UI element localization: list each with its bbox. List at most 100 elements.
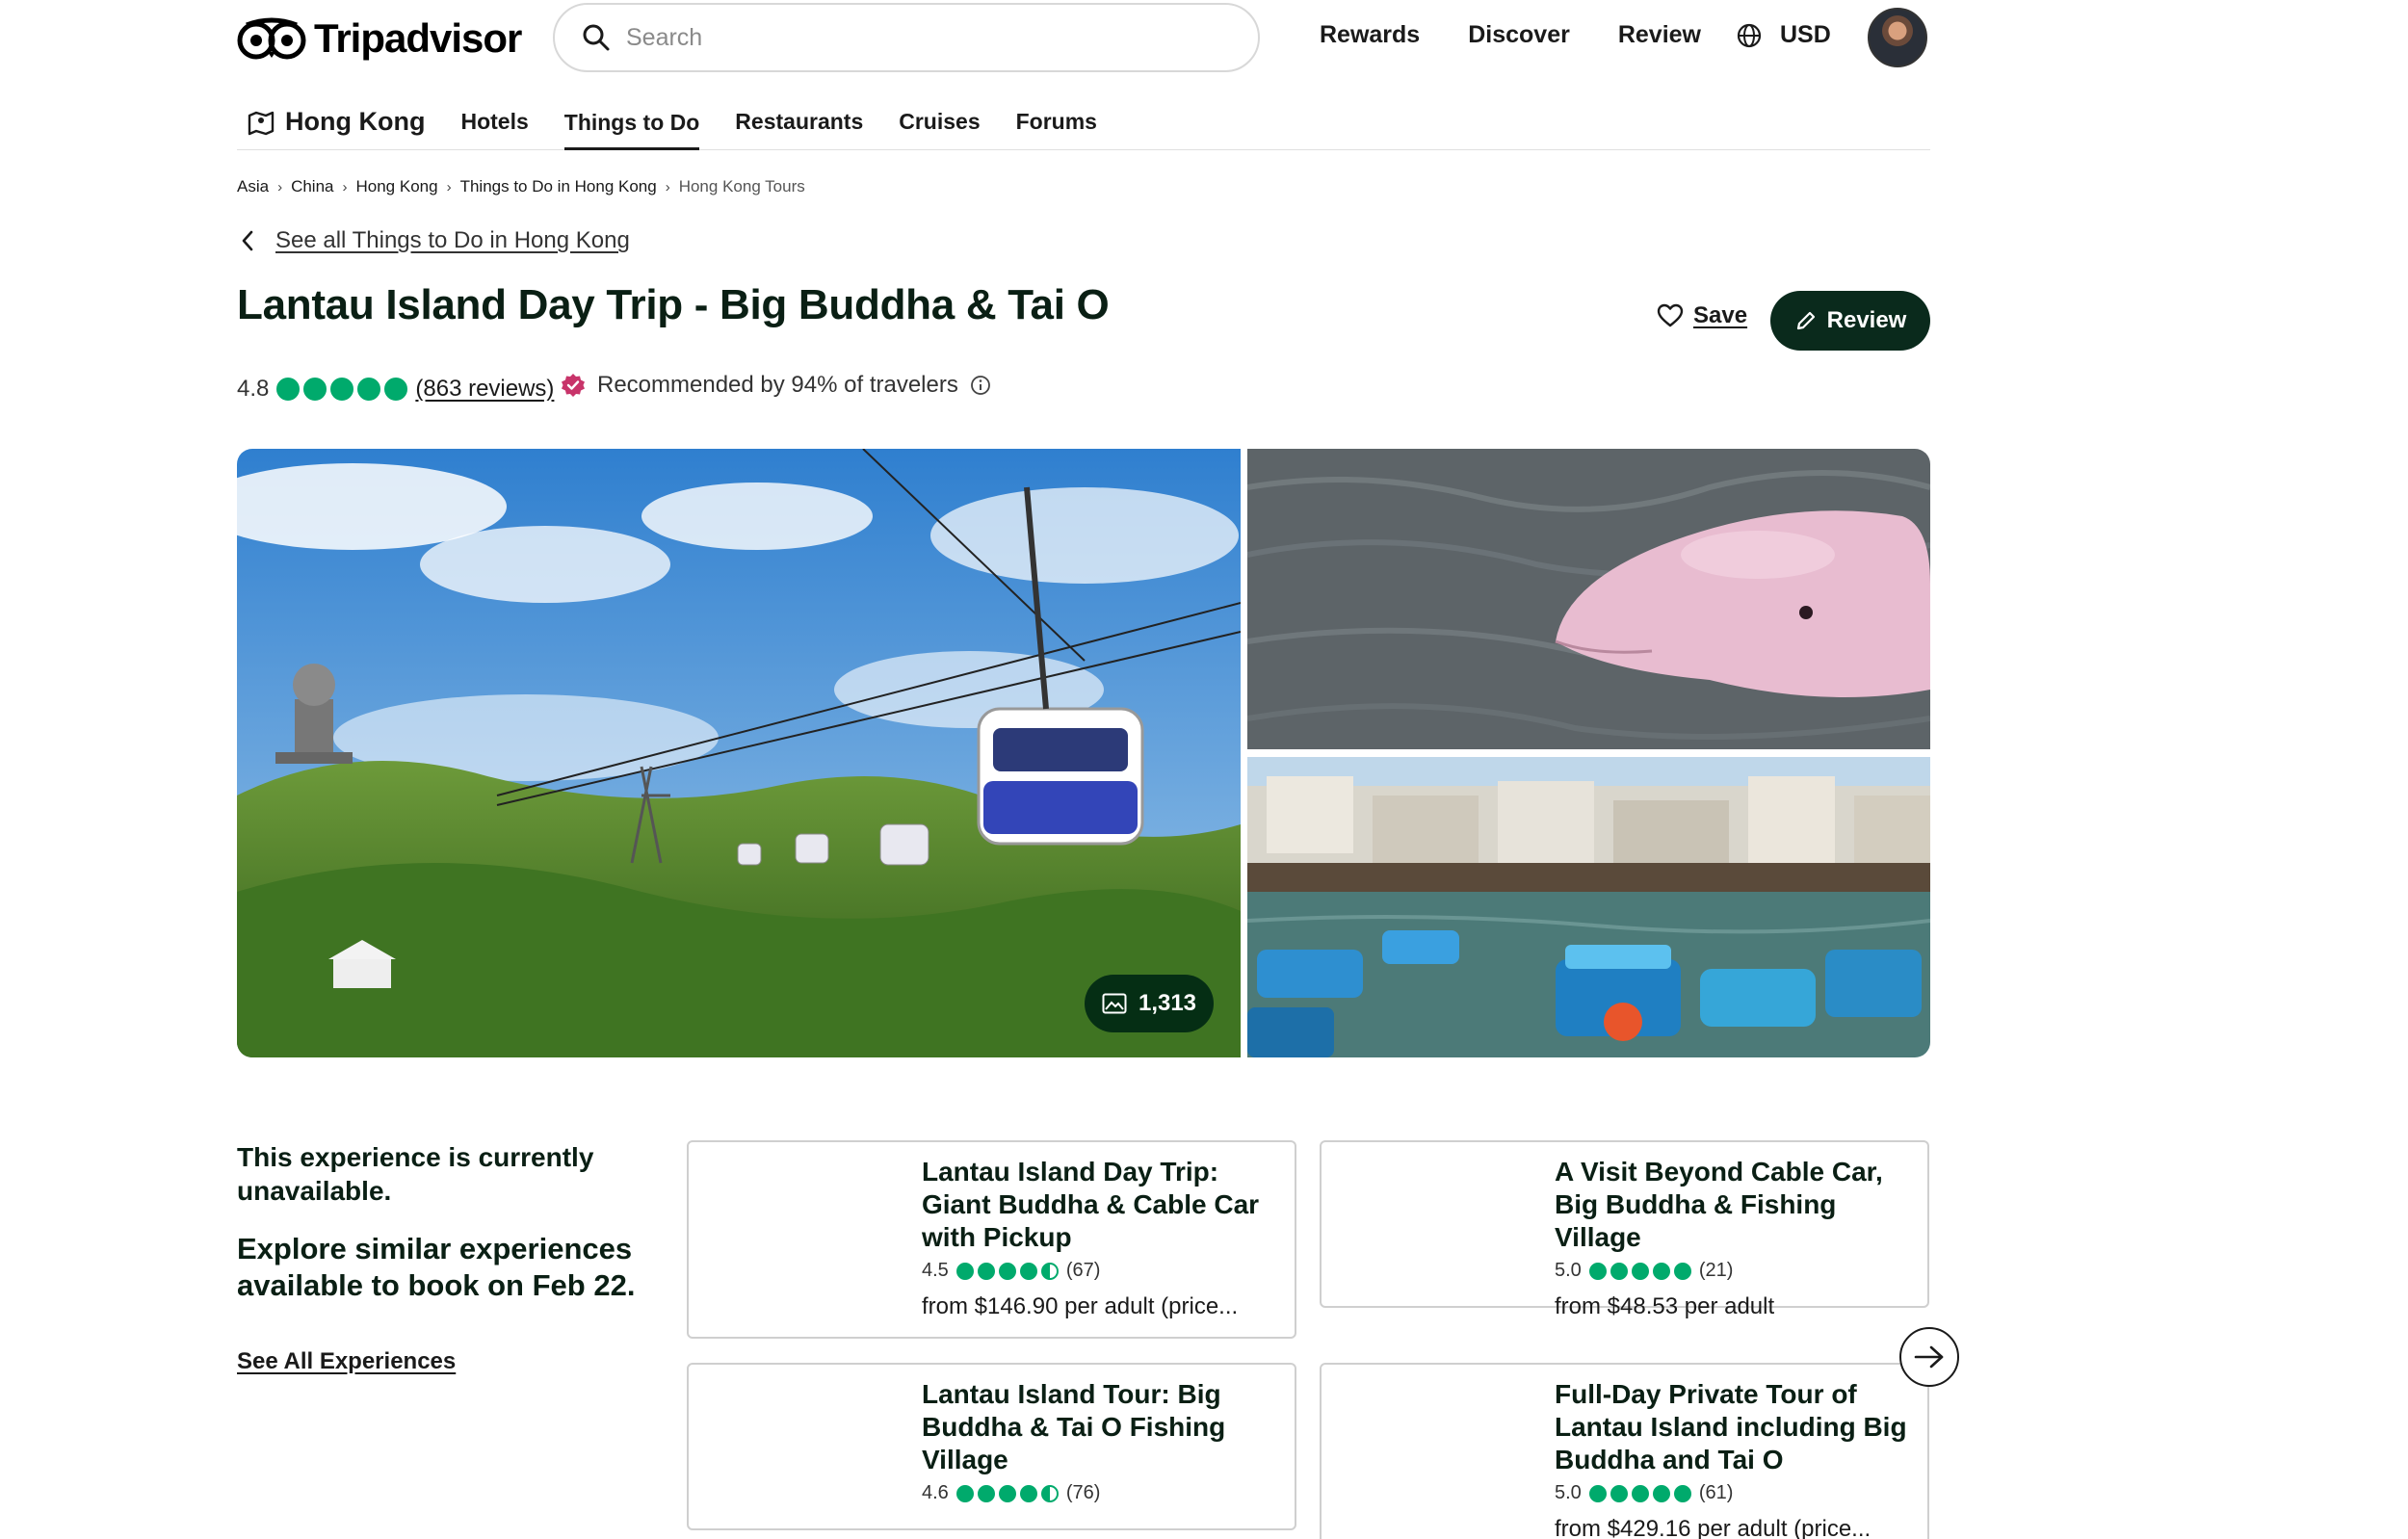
tab-forums[interactable]: Forums (1016, 109, 1097, 150)
rating-bubble-icon (1652, 1484, 1670, 1502)
experience-card[interactable]: Lantau Island Tour: Big Buddha & Tai O F… (687, 1363, 1296, 1530)
card-price: from $429.16 per adult (price... (1555, 1516, 1871, 1539)
search-icon (583, 24, 610, 51)
rating-bubble-icon (1610, 1484, 1628, 1502)
breadcrumb-asia[interactable]: Asia (237, 177, 269, 196)
currency-selector[interactable]: USD (1736, 21, 1831, 49)
rating-bubble-icon (1610, 1262, 1628, 1280)
search-bar[interactable] (553, 3, 1260, 72)
rating-bubble-icon (955, 1484, 974, 1502)
card-rating-value: 4.6 (922, 1482, 949, 1503)
card-review-count: (61) (1698, 1482, 1734, 1503)
card-review-count: (21) (1698, 1260, 1734, 1281)
breadcrumb-things-to-do[interactable]: Things to Do in Hong Kong (460, 177, 657, 196)
chevron-left-icon (242, 230, 253, 251)
nav-review[interactable]: Review (1618, 21, 1701, 49)
info-icon[interactable] (970, 375, 991, 396)
rating-bubble-icon (1673, 1484, 1691, 1502)
card-title: Full-Day Private Tour of Lantau Island i… (1555, 1379, 1907, 1474)
card-title: A Visit Beyond Cable Car, Big Buddha & F… (1555, 1157, 1883, 1252)
card-rating: 4.6 (76) (922, 1482, 1281, 1504)
card-rating: 4.5 (67) (922, 1260, 1281, 1282)
rating-bubbles (955, 1484, 1059, 1502)
breadcrumb-current: Hong Kong Tours (678, 177, 805, 196)
back-link[interactable]: See all Things to Do in Hong Kong (241, 227, 630, 254)
card-rating-value: 5.0 (1555, 1482, 1582, 1503)
experience-card[interactable]: A Visit Beyond Cable Car, Big Buddha & F… (1320, 1140, 1929, 1319)
rating-bubble-icon (1631, 1262, 1649, 1280)
see-all-experiences-link[interactable]: See All Experiences (237, 1348, 456, 1375)
main-photo-cable-car[interactable]: 1,313 (237, 449, 1241, 1057)
chevron-right-icon: › (446, 178, 452, 196)
review-label: Review (1826, 307, 1907, 333)
tab-restaurants[interactable]: Restaurants (735, 109, 863, 150)
pencil-icon (1796, 311, 1815, 330)
top-header: Tripadvisor Rewards Discover Review USD (237, 0, 1930, 77)
rating-bubble-icon (276, 378, 301, 401)
breadcrumb-china[interactable]: China (291, 177, 333, 196)
photo-count-button[interactable]: 1,313 (1085, 975, 1214, 1032)
rating-bubble-icon (977, 1262, 995, 1280)
nav-discover[interactable]: Discover (1468, 21, 1570, 49)
breadcrumb-hong-kong[interactable]: Hong Kong (356, 177, 438, 196)
rating-half-bubble-icon (1040, 1262, 1059, 1280)
chevron-right-icon: › (277, 178, 283, 196)
location-home[interactable]: Hong Kong (247, 107, 425, 150)
tab-cruises[interactable]: Cruises (899, 109, 980, 150)
photo-pink-dolphin[interactable] (1247, 449, 1930, 749)
photo-count-label: 1,313 (1138, 990, 1197, 1016)
rating-summary: 4.8 (863 reviews) (237, 376, 554, 403)
user-avatar[interactable] (1868, 8, 1927, 67)
globe-icon (1737, 23, 1762, 47)
write-review-button[interactable]: Review (1770, 291, 1930, 351)
card-thumbnail (702, 1378, 895, 1515)
page-title: Lantau Island Day Trip - Big Buddha & Ta… (237, 281, 1110, 328)
tripadvisor-logo[interactable]: Tripadvisor (237, 13, 522, 64)
rating-bubbles (1588, 1262, 1691, 1280)
breadcrumb: Asia › China › Hong Kong › Things to Do … (237, 177, 805, 196)
rating-bubble-icon (303, 378, 327, 401)
tai-o-photo (1247, 757, 1930, 1057)
back-link-label: See all Things to Do in Hong Kong (275, 227, 630, 253)
arrow-right-icon (1914, 1345, 1944, 1369)
recommended-badge: Recommended by 94% of travelers (561, 372, 991, 399)
dolphin-photo (1247, 449, 1930, 749)
image-icon (1102, 993, 1127, 1014)
location-nav: Hong Kong Hotels Things to Do Restaurant… (237, 92, 1930, 150)
logo-text: Tripadvisor (314, 15, 522, 61)
rating-bubble-icon (1673, 1262, 1691, 1280)
card-price: from $48.53 per adult (1555, 1293, 1775, 1319)
rating-bubble-icon (955, 1262, 974, 1280)
card-review-count: (67) (1065, 1260, 1101, 1281)
rating-bubble-icon (330, 378, 354, 401)
rating-bubble-icon (1631, 1484, 1649, 1502)
experience-card[interactable]: Lantau Island Day Trip: Giant Buddha & C… (687, 1140, 1296, 1339)
card-review-count: (76) (1065, 1482, 1101, 1503)
currency-label: USD (1780, 21, 1831, 48)
owl-logo-icon (237, 17, 306, 60)
card-title: Lantau Island Tour: Big Buddha & Tai O F… (922, 1379, 1226, 1474)
recommended-text: Recommended by 94% of travelers (597, 372, 958, 398)
rating-bubbles (955, 1262, 1059, 1280)
experience-card[interactable]: Full-Day Private Tour of Lantau Island i… (1320, 1363, 1929, 1539)
location-name: Hong Kong (285, 107, 426, 136)
rating-bubble-icon (1019, 1484, 1037, 1502)
rating-bubble-icon (1588, 1484, 1607, 1502)
carousel-next-button[interactable] (1899, 1327, 1959, 1387)
save-label: Save (1693, 302, 1748, 328)
search-input[interactable] (626, 23, 1204, 52)
card-title: Lantau Island Day Trip: Giant Buddha & C… (922, 1157, 1260, 1252)
reviews-link[interactable]: (863 reviews) (415, 376, 554, 403)
chevron-right-icon: › (665, 178, 670, 196)
rating-bubble-icon (998, 1262, 1016, 1280)
rating-bubble-icon (357, 378, 381, 401)
tab-hotels[interactable]: Hotels (460, 109, 528, 150)
photo-tai-o-village[interactable] (1247, 757, 1930, 1057)
unavailable-notice: This experience is currently unavailable… (237, 1140, 641, 1304)
save-button[interactable]: Save (1657, 302, 1747, 329)
tab-things-to-do[interactable]: Things to Do (563, 110, 700, 150)
chevron-right-icon: › (342, 178, 348, 196)
nav-rewards[interactable]: Rewards (1320, 21, 1420, 49)
card-rating-value: 4.5 (922, 1260, 949, 1281)
unavailable-message: This experience is currently unavailable… (237, 1142, 594, 1206)
